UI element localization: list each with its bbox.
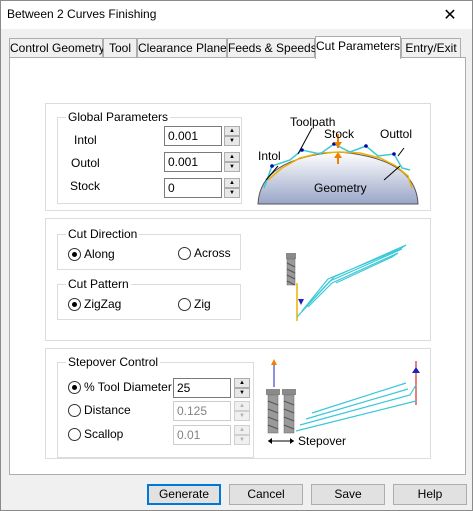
zig-radio[interactable]: Zig xyxy=(178,297,211,311)
distance-label: Distance xyxy=(84,403,131,417)
outol-input[interactable]: 0.001 xyxy=(164,152,222,172)
spin-up-icon[interactable]: ▲ xyxy=(224,126,240,136)
outtol-label: Outtol xyxy=(380,127,412,141)
spin-down-icon[interactable]: ▼ xyxy=(234,411,250,421)
scallop-stepper[interactable]: ▲ ▼ xyxy=(234,425,250,445)
stepover-label: Stepover xyxy=(298,434,346,448)
dialog-window: Between 2 Curves Finishing ✕ Control Geo… xyxy=(0,0,473,511)
outol-stepper[interactable]: ▲ ▼ xyxy=(224,152,240,172)
spin-up-icon[interactable]: ▲ xyxy=(234,425,250,435)
stepover-diagram: Stepover xyxy=(266,359,420,448)
spin-up-icon[interactable]: ▲ xyxy=(234,401,250,411)
stepover-section: Stepover Control % Tool Diameter 25 ▲ ▼ … xyxy=(45,348,431,459)
stock-input[interactable]: 0 xyxy=(164,178,222,198)
cut-pattern-diagram xyxy=(286,244,407,321)
scallop-radio-dot[interactable] xyxy=(68,427,81,441)
stock-stepper[interactable]: ▲ ▼ xyxy=(224,178,240,198)
tab-clearance-plane[interactable]: Clearance Plane xyxy=(137,38,227,58)
title-bar: Between 2 Curves Finishing ✕ xyxy=(1,1,472,29)
generate-button[interactable]: Generate xyxy=(147,484,221,505)
spin-down-icon[interactable]: ▼ xyxy=(234,435,250,445)
tool-diameter-input[interactable]: 25 xyxy=(173,378,231,398)
spin-down-icon[interactable]: ▼ xyxy=(224,188,240,198)
global-section: Global Parameters Intol 0.001 ▲ ▼ Outol … xyxy=(45,103,431,211)
stepover-control-title: Stepover Control xyxy=(66,355,161,369)
tool-diameter-radio[interactable]: % Tool Diameter xyxy=(68,380,172,394)
tool-diameter-radio-dot[interactable] xyxy=(68,380,81,394)
zigzag-label: ZigZag xyxy=(84,297,122,311)
help-button[interactable]: Help xyxy=(393,484,467,505)
global-parameters-group: Global Parameters Intol 0.001 ▲ ▼ Outol … xyxy=(57,110,242,204)
direction-arrow xyxy=(298,299,304,305)
intol-input[interactable]: 0.001 xyxy=(164,126,222,146)
cut-parameters-panel: Global Parameters Intol 0.001 ▲ ▼ Outol … xyxy=(9,57,466,475)
close-icon[interactable]: ✕ xyxy=(428,1,472,29)
spin-down-icon[interactable]: ▼ xyxy=(234,388,250,398)
along-radio[interactable]: Along xyxy=(68,247,115,261)
distance-input[interactable]: 0.125 xyxy=(173,401,231,421)
tab-strip: Control Geometry Tool Clearance Plane Fe… xyxy=(9,36,465,59)
across-label: Across xyxy=(194,246,231,260)
toolpath-lines xyxy=(296,244,407,318)
along-radio-dot[interactable] xyxy=(68,247,81,261)
spin-up-icon[interactable]: ▲ xyxy=(224,178,240,188)
tab-entry-exit[interactable]: Entry/Exit xyxy=(401,38,461,58)
distance-stepper[interactable]: ▲ ▼ xyxy=(234,401,250,421)
intol-label: Intol xyxy=(74,133,97,147)
zigzag-radio[interactable]: ZigZag xyxy=(68,297,121,311)
save-button[interactable]: Save xyxy=(311,484,385,505)
across-radio-dot[interactable] xyxy=(178,246,191,260)
tool-diameter-label: % Tool Diameter xyxy=(84,380,172,394)
stepover-toolpath-lines xyxy=(295,382,417,432)
zig-label: Zig xyxy=(194,297,211,311)
cut-pattern-group: Cut Pattern ZigZag Zig xyxy=(57,277,241,320)
cut-section: Cut Direction Along Across Cut Pattern Z… xyxy=(45,218,431,341)
geometry-label: Geometry xyxy=(314,181,367,195)
tab-control-geometry[interactable]: Control Geometry xyxy=(9,38,105,58)
spin-down-icon[interactable]: ▼ xyxy=(224,136,240,146)
distance-radio-dot[interactable] xyxy=(68,403,81,417)
stock-label: Stock xyxy=(70,179,101,193)
along-label: Along xyxy=(84,247,115,261)
tab-feeds-speeds[interactable]: Feeds & Speeds xyxy=(227,38,317,58)
outol-label: Outol xyxy=(71,156,100,170)
distance-radio[interactable]: Distance xyxy=(68,403,131,417)
scallop-radio[interactable]: Scallop xyxy=(68,427,123,441)
spin-down-icon[interactable]: ▼ xyxy=(224,162,240,172)
spin-up-icon[interactable]: ▲ xyxy=(234,378,250,388)
zigzag-radio-dot[interactable] xyxy=(68,297,81,311)
scallop-input[interactable]: 0.01 xyxy=(173,425,231,445)
tab-tool[interactable]: Tool xyxy=(103,38,137,58)
across-radio[interactable]: Across xyxy=(178,246,231,260)
cut-direction-group: Cut Direction Along Across xyxy=(57,227,241,270)
intol-stepper[interactable]: ▲ ▼ xyxy=(224,126,240,146)
stepover-control-group: Stepover Control % Tool Diameter 25 ▲ ▼ … xyxy=(57,355,254,458)
window-title: Between 2 Curves Finishing xyxy=(7,7,157,21)
spin-up-icon[interactable]: ▲ xyxy=(224,152,240,162)
zig-radio-dot[interactable] xyxy=(178,297,191,311)
cut-pattern-title: Cut Pattern xyxy=(66,277,131,291)
tool-diameter-stepper[interactable]: ▲ ▼ xyxy=(234,378,250,398)
stock-diagram-label: Stock xyxy=(324,127,355,141)
intol-diagram-label: Intol xyxy=(258,149,281,163)
global-parameters-title: Global Parameters xyxy=(66,110,171,124)
global-parameters-diagram: Toolpath Stock Outtol Intol Geometry xyxy=(257,115,419,205)
cut-direction-title: Cut Direction xyxy=(66,227,140,241)
scallop-label: Scallop xyxy=(84,427,124,441)
tab-cut-parameters[interactable]: Cut Parameters xyxy=(315,36,401,59)
cancel-button[interactable]: Cancel xyxy=(229,484,303,505)
